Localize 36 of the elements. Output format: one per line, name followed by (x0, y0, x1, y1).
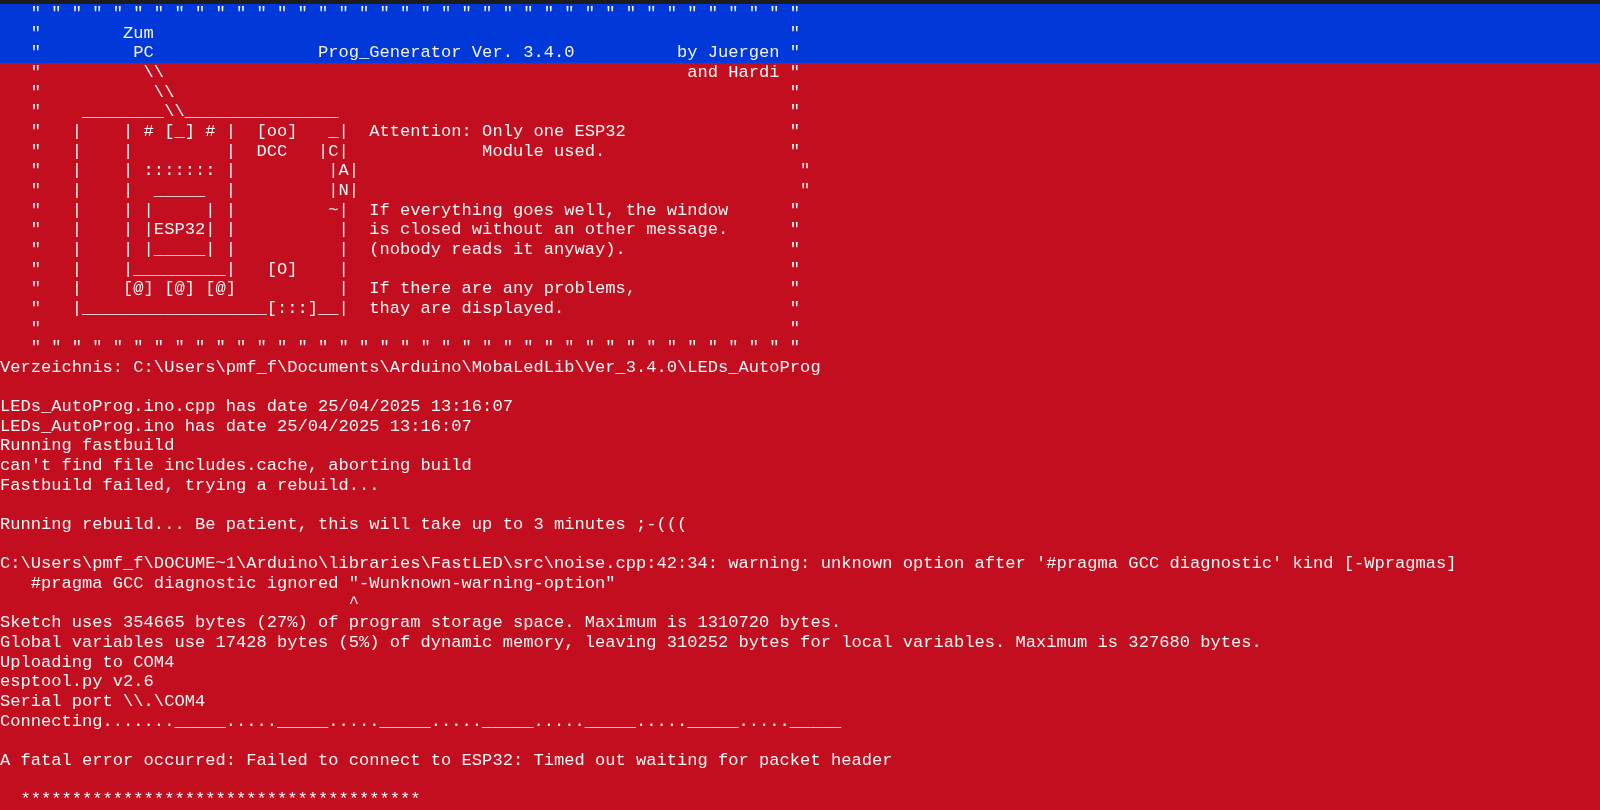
console-line: Fastbuild failed, trying a rebuild... (0, 475, 380, 496)
console-line: " | |_________| [O] | " (29, 259, 801, 280)
console-line: can't find file includes.cache, aborting build (0, 456, 472, 476)
console-line: Serial port \\.\COM4 (0, 691, 206, 712)
console-line: Running fastbuild (0, 436, 175, 457)
banner-line: " PC Prog_Generator Ver. 3.4.0 by Juergen " (29, 43, 801, 63)
console-line: A fatal error occurred: Failed to connect to ESP32: Timed out waiting for packet header (0, 750, 893, 771)
banner-line: " Zum " (29, 23, 801, 44)
console-line: " | | | DCC |C| Module used. " (29, 141, 801, 162)
console-line: " | | |ESP32| | | is closed without an other message. " (29, 220, 801, 240)
console-line: LEDs_AutoProg.ino has date 25/04/2025 13:16:07 (0, 416, 472, 437)
console-line: Uploading to COM4 (0, 652, 175, 673)
console-line: Verzeichnis: C:\Users\pmf_f\Documents\Arduino\MobaLedLib\Ver_3.4.0\LEDs_AutoProg (0, 357, 821, 378)
console-line: ^ (347, 593, 360, 614)
console-line: " " (29, 318, 801, 339)
console-line: " | [@] [@] [@] | If there are any problems, " (29, 279, 801, 299)
console-line: Connecting......._____....._____....._____....._____....._____....._____....._____ (0, 711, 842, 732)
banner-line: " " " " " " " " " " " " " " " " " " " " " " " " " " " " " " " " " " " " " " (29, 4, 801, 24)
console-line: " " " " " " " " " " " " " " " " " " " " " " " " " " " " " " " " " " " " " " (29, 338, 801, 358)
console-line: " \\ " (29, 82, 801, 103)
console-line: " | | _____ | |N| " (29, 180, 811, 201)
console-line: Sketch uses 354665 bytes (27%) of program storage space. Maximum is 1310720 bytes. (0, 613, 842, 633)
console-line: Running rebuild... Be patient, this will take up to 3 minutes ;-((( (0, 515, 688, 535)
console-line: " | | |_____| | | (nobody reads it anyway). " (29, 239, 801, 260)
console-line: " | | ::::::: | |A| " (29, 161, 811, 181)
console-line: C:\Users\pmf_f\DOCUME~1\Arduino\libraries\FastLED\src\noise.cpp:42:34: warning: unknown option after '#pragma GCC diagnostic' kind [-Wpragmas] (0, 554, 1457, 575)
console-line: LEDs_AutoProg.ino.cpp has date 25/04/2025 13:16:07 (0, 397, 513, 417)
console-line: " \\ and Hardi " (29, 62, 801, 83)
console-line: *************************************** (19, 790, 421, 810)
console-line: Global variables use 17428 bytes (5%) of dynamic memory, leaving 310252 bytes for local variables. Maximum is 327680 bytes. (0, 633, 1262, 653)
console-line: " ________\\_______________ " (29, 102, 801, 122)
console-line: " | | # [_] # | [oo] _| Attention: Only one ESP32 " (29, 121, 801, 142)
console-line: " |__________________[:::]__| thay are displayed. " (29, 298, 801, 319)
console-line: " | | | | | ~| If everything goes well, the window " (29, 200, 801, 221)
console-line: esptool.py v2.6 (0, 672, 154, 692)
console-line: #pragma GCC diagnostic ignored "-Wunknown-warning-option" (29, 574, 616, 594)
